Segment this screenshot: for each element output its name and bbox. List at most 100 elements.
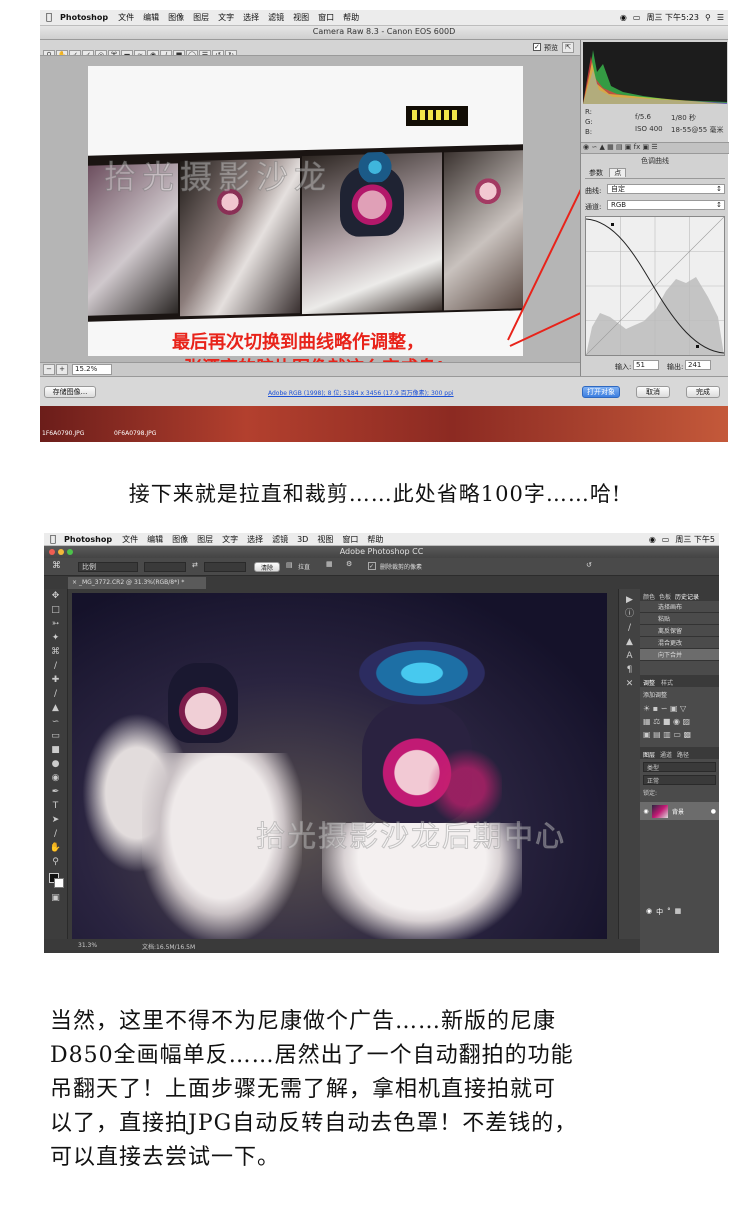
eyedropper-icon[interactable]: ∕	[44, 659, 67, 673]
document-tab[interactable]: × _MG_3772.CR2 @ 31.3%(RGB/8*) *	[68, 577, 206, 589]
tab-paths[interactable]: 路径	[677, 750, 689, 759]
status-zoom[interactable]: 31.3%	[78, 942, 97, 949]
history-item-selected[interactable]: 向下合并	[640, 649, 719, 661]
bw-icon[interactable]: ■	[663, 717, 671, 726]
menu-select[interactable]: 选择	[247, 534, 263, 545]
battery-icon[interactable]: ▭	[662, 535, 670, 544]
width-field[interactable]	[144, 562, 186, 572]
layer-kind-select[interactable]: 类型	[643, 762, 716, 772]
app-name[interactable]: Photoshop	[64, 535, 112, 544]
tab-channels[interactable]: 通道	[660, 750, 672, 759]
channel-select[interactable]: RGB ↕	[607, 200, 725, 210]
curves-icon[interactable]: ∽	[661, 704, 668, 713]
reset-icon[interactable]: ↺	[586, 561, 592, 569]
channel-mixer-icon[interactable]: ▨	[682, 717, 690, 726]
history-item[interactable]: 离反保留	[640, 625, 719, 637]
eraser-icon[interactable]: ▭	[44, 729, 67, 743]
hsl-tab-icon[interactable]: ▦	[607, 143, 614, 151]
history-brush-icon[interactable]: ∽	[44, 715, 67, 729]
vibrance-icon[interactable]: ▽	[680, 704, 686, 713]
cancel-button[interactable]: 取消	[636, 386, 670, 398]
healing-brush-icon[interactable]: ✚	[44, 673, 67, 687]
curve-graph[interactable]	[585, 216, 725, 356]
color-swatches-icon[interactable]	[44, 869, 67, 891]
open-object-button[interactable]: 打开对象	[582, 386, 620, 398]
clone-source-icon[interactable]: ▲	[619, 635, 640, 649]
presets-tab-icon[interactable]: ☰	[651, 143, 657, 151]
menu-help[interactable]: 帮助	[367, 534, 383, 545]
tab-color[interactable]: 颜色	[643, 592, 655, 601]
gradient-tool-icon[interactable]: ■	[44, 743, 67, 757]
history-item[interactable]: 粘贴	[640, 613, 719, 625]
brush-tool-icon[interactable]: ∕	[44, 687, 67, 701]
menu-edit[interactable]: 编辑	[147, 534, 163, 545]
height-field[interactable]	[204, 562, 246, 572]
menu-filter[interactable]: 滤镜	[272, 534, 288, 545]
camera-cal-tab-icon[interactable]: ▣	[643, 143, 650, 151]
threshold-icon[interactable]: ▥	[663, 730, 671, 739]
invert-icon[interactable]: ▣	[643, 730, 651, 739]
menu-file[interactable]: 文件	[122, 534, 138, 545]
clear-button[interactable]: 清除	[254, 562, 280, 572]
blur-tool-icon[interactable]: ●	[44, 757, 67, 771]
hand-tool-icon[interactable]: ✋	[44, 841, 67, 855]
done-button[interactable]: 完成	[686, 386, 720, 398]
type-tool-icon[interactable]: T	[44, 799, 67, 813]
tab-history[interactable]: 历史记录	[675, 592, 699, 601]
basic-tab-icon[interactable]: ◉	[583, 143, 589, 151]
tool-preset-icon[interactable]: ✕	[619, 677, 640, 691]
clone-stamp-icon[interactable]: ▲	[44, 701, 67, 715]
history-item[interactable]: 选择画布	[640, 601, 719, 613]
lens-tab-icon[interactable]: ▣	[625, 143, 632, 151]
ime-lang[interactable]: 中	[656, 907, 663, 917]
curve-tab-point[interactable]: 点	[609, 168, 627, 177]
dodge-tool-icon[interactable]: ◉	[44, 771, 67, 785]
tab-styles[interactable]: 样式	[661, 678, 673, 687]
menu-3d[interactable]: 3D	[297, 535, 308, 544]
menu-window[interactable]: 窗口	[342, 534, 358, 545]
photo-filter-icon[interactable]: ◉	[673, 717, 680, 726]
paragraph-icon[interactable]: ¶	[619, 663, 640, 677]
input-field[interactable]: 51	[633, 360, 659, 370]
layer-row[interactable]: ◉ 背景 ●	[640, 802, 719, 820]
character-icon[interactable]: A	[619, 649, 640, 663]
curve-tab-parametric[interactable]: 参数	[585, 169, 607, 177]
crop-tool-icon[interactable]: ⌘	[44, 645, 67, 659]
ime-logo-icon[interactable]: ◉	[646, 907, 652, 917]
ime-punct-icon[interactable]: °	[667, 907, 671, 917]
brightness-icon[interactable]: ☀	[643, 704, 650, 713]
swap-icon[interactable]: ⇄	[192, 561, 198, 569]
menu-type[interactable]: 文字	[222, 534, 238, 545]
ratio-select[interactable]: 比例	[78, 562, 138, 572]
visibility-eye-icon[interactable]: ◉	[640, 808, 652, 815]
straighten-label[interactable]: 拉直	[298, 562, 310, 571]
status-doc-size[interactable]: 文档:16.5M/16.5M	[142, 942, 195, 951]
tone-curve-tab-icon[interactable]: ∽	[591, 143, 597, 151]
gradient-map-icon[interactable]: ▭	[673, 730, 681, 739]
apple-icon[interactable]: 	[50, 534, 56, 545]
play-icon[interactable]: ▶	[619, 593, 640, 607]
selective-color-icon[interactable]: ▩	[683, 730, 691, 739]
quick-mask-icon[interactable]: ▣	[44, 891, 67, 905]
zoom-tool-icon[interactable]: ⚲	[44, 855, 67, 869]
tab-adjustments[interactable]: 调整	[643, 678, 655, 687]
hue-sat-icon[interactable]: ▦	[643, 717, 651, 726]
output-field[interactable]: 241	[685, 360, 711, 370]
pen-tool-icon[interactable]: ✒	[44, 785, 67, 799]
info-icon[interactable]: ⓘ	[619, 607, 640, 621]
tab-layers[interactable]: 图层	[643, 750, 655, 759]
ime-settings-icon[interactable]: ▦	[675, 907, 682, 917]
quick-select-icon[interactable]: ✦	[44, 631, 67, 645]
menu-image[interactable]: 图像	[172, 534, 188, 545]
exposure-icon[interactable]: ▣	[670, 704, 678, 713]
curve-select[interactable]: 自定 ↕	[607, 184, 725, 194]
workflow-options-link[interactable]: Adobe RGB (1998); 8 位; 5184 x 3456 (17.9…	[268, 388, 454, 397]
path-select-icon[interactable]: ➤	[44, 813, 67, 827]
levels-icon[interactable]: ▪	[653, 704, 658, 713]
menu-layer[interactable]: 图层	[197, 534, 213, 545]
zoom-level[interactable]: 15.2%	[72, 364, 112, 375]
save-image-button[interactable]: 存储图像...	[44, 386, 96, 398]
detail-tab-icon[interactable]: ▲	[599, 143, 604, 151]
grid-overlay-icon[interactable]: ▦	[326, 560, 333, 568]
zoom-out-icon[interactable]: −	[43, 364, 55, 375]
